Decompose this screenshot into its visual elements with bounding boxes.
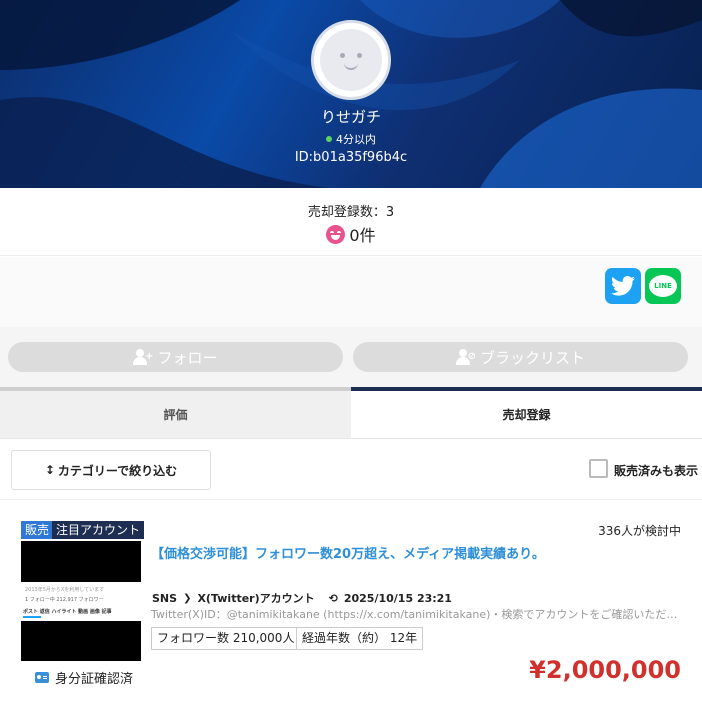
listing-description: Twitter(X)ID：@tanimikitakane (https://x.… [151,608,681,621]
id-card-icon [35,672,49,683]
blacklist-button[interactable]: ⊘ ブラックリスト [353,342,688,372]
show-sold-checkbox[interactable] [589,459,608,478]
id-verified: 身分証確認済 [35,668,133,687]
twitter-share-button[interactable] [605,268,641,304]
profile-tabs: 評価 売却登録 [0,387,702,439]
online-status: 4分以内 [0,131,702,147]
listing-card[interactable]: 販売 注目アカウント 2013年5月からXを利用しています 1 フォロー中 21… [0,501,702,706]
category-filter-button[interactable]: ↕ カテゴリーで絞り込む [11,450,211,490]
follow-button[interactable]: + フォロー [8,342,343,372]
avatar [311,20,391,100]
smile-icon [326,225,346,244]
tab-reviews[interactable]: 評価 [0,387,351,438]
chevron-right-icon: ❯ [183,592,192,604]
years-tag: 経過年数（約） 12年 [296,627,424,650]
share-row: LINE [0,257,702,327]
rating-summary: 0件 [0,222,702,246]
profile-header: りせガチ 4分以内 ID:b01a35f96b4c [0,0,702,188]
user-plus-icon: + [133,349,153,365]
followers-tag: フォロワー数 210,000人 [151,627,301,650]
listing-meta: SNS ❯ X(Twitter)アカウント ⟲ 2025/10/15 23:21 [152,590,452,606]
history-icon: ⟲ [328,591,338,605]
viewer-count: 336人が検討中 [598,524,681,538]
show-sold-label[interactable]: 販売済みも表示 [614,462,698,479]
sales-count: 売却登録数：3 [307,205,395,220]
featured-badge: 注目アカウント [52,521,145,539]
twitter-bird-icon [611,276,635,296]
line-share-button[interactable]: LINE [645,268,681,304]
user-block-icon: ⊘ [455,349,476,365]
line-logo-icon: LINE [649,275,677,297]
username: りせガチ [320,108,381,126]
listing-thumbnail[interactable]: 2013年5月からXを利用しています 1 フォロー中 212,917 フォロワー… [21,541,141,661]
profile-stats: 売却登録数：3 0件 [0,188,702,256]
filter-row: ↕ カテゴリーで絞り込む 販売済みも表示 [0,440,702,500]
sort-arrows-icon: ↕ [44,463,55,477]
tab-sales[interactable]: 売却登録 [351,387,702,438]
category-link[interactable]: SNS [152,592,177,605]
rating-count: 0件 [349,226,376,245]
listing-price: ¥2,000,000 [529,656,681,684]
listing-date: 2025/10/15 23:21 [343,591,452,605]
sale-badge: 販売 [21,521,54,539]
action-buttons: + フォロー ⊘ ブラックリスト [0,327,702,387]
listing-title[interactable]: 【価格交渉可能】フォロワー数20万超え、メディア掲載実績あり。 [151,543,681,562]
user-id: ID:b01a35f96b4c [294,150,408,165]
default-avatar-icon [320,29,382,91]
subcategory-link[interactable]: X(Twitter)アカウント [197,590,314,606]
online-dot-icon [326,136,332,142]
